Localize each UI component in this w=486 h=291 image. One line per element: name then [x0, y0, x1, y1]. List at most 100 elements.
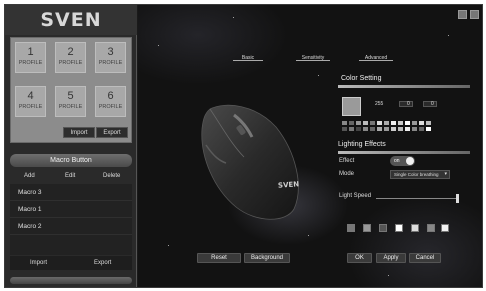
profile-6-button[interactable]: 6 PROFILE — [95, 86, 126, 117]
profile-label: PROFILE — [98, 60, 123, 66]
color-setting-divider — [338, 85, 470, 88]
effect-color-swatch[interactable] — [347, 224, 355, 232]
palette-color[interactable] — [426, 127, 431, 131]
selected-color-swatch[interactable] — [342, 97, 361, 116]
background-star — [308, 235, 309, 236]
palette-color[interactable] — [398, 121, 403, 125]
palette-color[interactable] — [363, 127, 368, 131]
effect-color-swatch[interactable] — [411, 224, 419, 232]
tab-sensitivity[interactable]: Sensitivity — [296, 55, 330, 61]
effect-toggle-state: on — [394, 158, 400, 164]
close-icon[interactable] — [470, 10, 479, 19]
mouse-logo-text: SVEN — [277, 180, 300, 190]
brand-logo-text: SVEN — [40, 9, 102, 31]
bottom-scroll-bar[interactable] — [10, 277, 132, 284]
palette-color[interactable] — [384, 127, 389, 131]
palette-color[interactable] — [363, 121, 368, 125]
palette-color[interactable] — [391, 127, 396, 131]
profile-number: 1 — [27, 46, 34, 58]
palette-color[interactable] — [342, 121, 347, 125]
profile-5-button[interactable]: 5 PROFILE — [55, 86, 86, 117]
tab-advanced[interactable]: Advanced — [359, 55, 393, 61]
profile-number: 6 — [107, 90, 114, 102]
effect-color-swatch[interactable] — [379, 224, 387, 232]
red-value: 255 — [375, 101, 384, 107]
profile-number: 3 — [107, 46, 114, 58]
background-star — [448, 35, 449, 36]
palette-color[interactable] — [412, 121, 417, 125]
palette-color[interactable] — [419, 121, 424, 125]
palette-color[interactable] — [384, 121, 389, 125]
background-star — [233, 17, 234, 18]
ok-button[interactable]: OK — [347, 253, 372, 263]
palette-color[interactable] — [398, 127, 403, 131]
palette-color[interactable] — [356, 121, 361, 125]
palette-color[interactable] — [342, 127, 347, 131]
profile-grid: 1 PROFILE 2 PROFILE 3 PROFILE 4 PROFILE … — [10, 37, 132, 143]
profile-4-button[interactable]: 4 PROFILE — [15, 86, 46, 117]
mode-select-value: Single Color breathing — [394, 172, 439, 177]
palette-color[interactable] — [377, 121, 382, 125]
palette-color[interactable] — [391, 121, 396, 125]
palette-color[interactable] — [419, 127, 424, 131]
color-setting-title: Color Setting — [341, 75, 382, 82]
profile-label: PROFILE — [98, 104, 123, 110]
profile-import-button[interactable]: Import — [63, 127, 95, 138]
profile-number: 4 — [27, 90, 34, 102]
blue-value: 0 — [431, 101, 434, 107]
palette-color[interactable] — [370, 127, 375, 131]
palette-color[interactable] — [349, 121, 354, 125]
profile-2-button[interactable]: 2 PROFILE — [55, 42, 86, 73]
effect-color-swatch[interactable] — [427, 224, 435, 232]
reset-button[interactable]: Reset — [197, 253, 241, 263]
green-value-field[interactable]: 0 — [399, 101, 413, 107]
effect-color-swatch[interactable] — [441, 224, 449, 232]
light-speed-slider[interactable] — [376, 198, 458, 199]
palette-color[interactable] — [405, 121, 410, 125]
macro-edit-button[interactable]: Edit — [65, 170, 75, 182]
palette-color[interactable] — [377, 127, 382, 131]
profile-number: 2 — [67, 46, 74, 58]
effect-label: Effect — [339, 158, 355, 164]
profile-label: PROFILE — [18, 60, 43, 66]
toggle-knob — [406, 157, 414, 165]
profile-1-button[interactable]: 1 PROFILE — [15, 42, 46, 73]
palette-color[interactable] — [356, 127, 361, 131]
macro-list-item[interactable]: Macro 2 — [10, 218, 132, 235]
macro-list-item[interactable]: Macro 3 — [10, 184, 132, 201]
profile-label: PROFILE — [58, 104, 83, 110]
mode-select[interactable]: Single Color breathing ▾ — [390, 170, 450, 179]
tab-basic[interactable]: Basic — [233, 55, 263, 61]
macro-delete-button[interactable]: Delete — [103, 170, 120, 182]
lighting-effects-divider — [338, 151, 470, 154]
palette-color[interactable] — [412, 127, 417, 131]
macro-export-button[interactable]: Export — [94, 256, 111, 270]
macro-list-item[interactable]: Macro 1 — [10, 201, 132, 218]
effect-color-swatch[interactable] — [395, 224, 403, 232]
macro-import-button[interactable]: Import — [30, 256, 47, 270]
apply-button[interactable]: Apply — [376, 253, 406, 263]
palette-color[interactable] — [426, 121, 431, 125]
mode-label: Mode — [339, 171, 355, 177]
macro-add-button[interactable]: Add — [24, 170, 35, 182]
palette-color[interactable] — [370, 121, 375, 125]
macro-button-header[interactable]: Macro Button — [10, 154, 132, 167]
minimize-icon[interactable] — [458, 10, 467, 19]
macro-toolbar: Add Edit Delete — [10, 170, 132, 182]
blue-value-field[interactable]: 0 — [423, 101, 437, 107]
background-star — [388, 275, 389, 276]
chevron-down-icon: ▾ — [444, 171, 447, 177]
brand-logo: SVEN — [5, 5, 137, 35]
profile-export-button[interactable]: Export — [96, 127, 128, 138]
cancel-button[interactable]: Cancel — [409, 253, 441, 263]
light-speed-slider-knob[interactable] — [456, 194, 459, 203]
light-speed-label: Light Speed — [339, 193, 372, 199]
profile-3-button[interactable]: 3 PROFILE — [95, 42, 126, 73]
palette-color[interactable] — [349, 127, 354, 131]
effect-toggle[interactable]: on — [390, 156, 415, 166]
background-button[interactable]: Background — [244, 253, 290, 263]
palette-color[interactable] — [405, 127, 410, 131]
app-window: SVEN 1 PROFILE 2 PROFILE 3 PROFILE 4 PRO… — [4, 4, 483, 288]
effect-color-swatch[interactable] — [363, 224, 371, 232]
background-star — [318, 75, 319, 76]
